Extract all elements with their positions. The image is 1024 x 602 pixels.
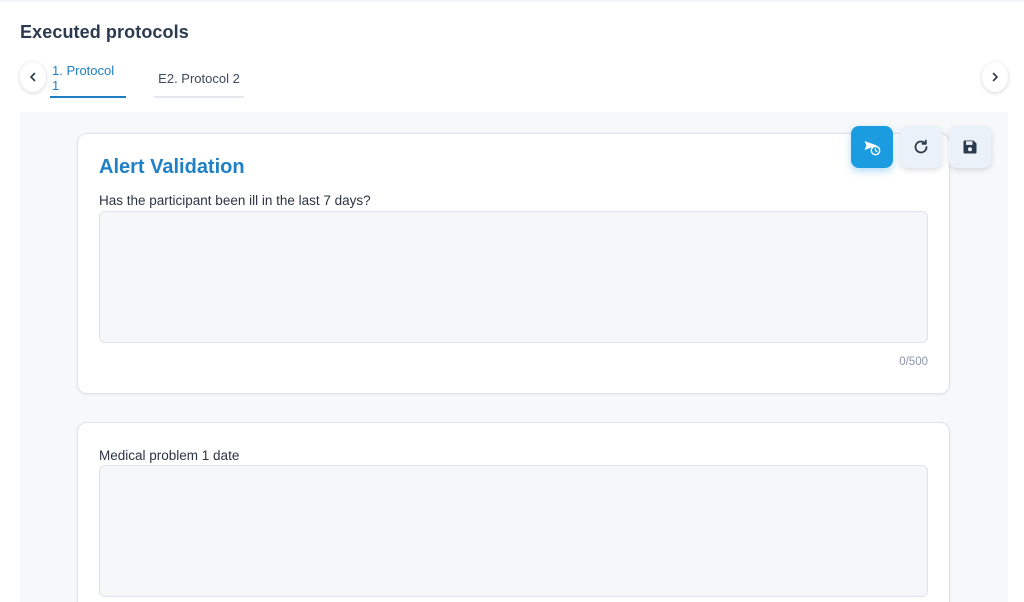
alert-validation-card: Alert Validation Has the participant bee… [77, 133, 950, 394]
tabs-bar: 1. Protocol 1 E2. Protocol 2 [20, 60, 1008, 100]
page: Executed protocols 1. Protocol 1 E2. Pro… [0, 0, 1024, 602]
card-heading: Alert Validation [99, 156, 245, 178]
save-button[interactable] [949, 126, 991, 168]
top-divider [0, 0, 1024, 2]
tab-protocol-1[interactable]: 1. Protocol 1 [50, 60, 126, 98]
chevron-left-icon [30, 72, 36, 82]
medical-problem-card: Medical problem 1 date [77, 422, 950, 602]
tabs-next-button[interactable] [982, 62, 1008, 92]
field-label: Medical problem 1 date [99, 448, 240, 463]
tabs-prev-button[interactable] [20, 62, 46, 92]
field-label: Has the participant been ill in the last… [99, 193, 371, 208]
illness-answer-textarea[interactable] [99, 211, 928, 343]
page-title: Executed protocols [20, 22, 189, 42]
chevron-right-icon [992, 72, 998, 82]
refresh-icon [914, 139, 928, 154]
medical-problem-date-textarea[interactable] [99, 465, 928, 597]
save-icon [963, 140, 977, 154]
protocol-content: Alert Validation Has the participant bee… [20, 112, 1008, 602]
send-scheduled-icon [864, 141, 881, 156]
refresh-button[interactable] [900, 126, 942, 168]
character-counter: 0/500 [899, 356, 928, 368]
tab-protocol-2[interactable]: E2. Protocol 2 [154, 60, 244, 98]
send-scheduled-button[interactable] [851, 126, 893, 168]
